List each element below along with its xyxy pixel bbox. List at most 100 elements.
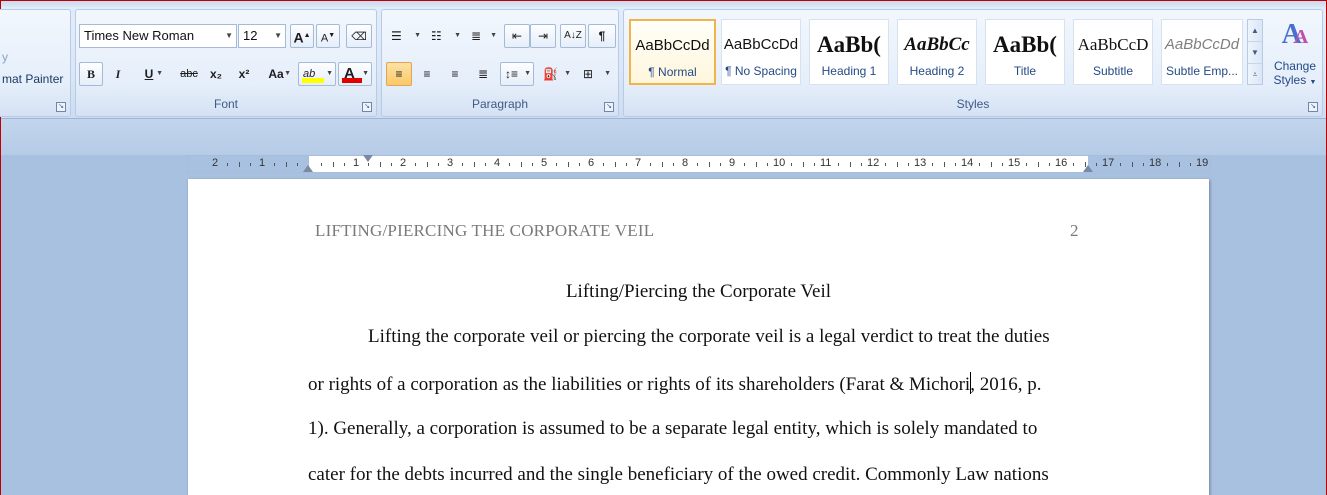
change-styles-button[interactable]: AA Change Styles ▼: [1267, 19, 1323, 97]
clear-formatting-button[interactable]: ⌫: [346, 24, 372, 48]
ruler-tick: [626, 163, 628, 166]
style-subtitle[interactable]: AaBbCcD Subtitle: [1073, 19, 1153, 85]
align-center-button[interactable]: ≡: [414, 62, 440, 86]
ruler-tick: [673, 163, 675, 166]
chevron-down-icon: ▼: [362, 70, 369, 77]
ruler-tick: [1166, 163, 1168, 166]
more-styles-icon[interactable]: ⩡: [1248, 64, 1262, 86]
style-name: Heading 1: [821, 64, 877, 78]
document-title: Lifting/Piercing the Corporate Veil: [565, 281, 832, 302]
ruler-number: 2: [400, 157, 407, 169]
paragraph-launcher[interactable]: ↘: [604, 102, 614, 112]
styles-group-label: Styles: [956, 97, 990, 111]
ruler-tick: [849, 162, 851, 167]
sort-button[interactable]: A↓Z: [560, 24, 586, 48]
first-line-indent-marker[interactable]: [363, 155, 373, 162]
ruler-tick: [1143, 163, 1145, 166]
change-styles-icon: AA: [1281, 19, 1309, 50]
ruler-tick: [238, 162, 240, 167]
clipboard-launcher[interactable]: ↘: [56, 102, 66, 112]
body-line-3: 1). Generally, a corporation is assumed …: [308, 418, 1038, 439]
ruler-tick: [708, 162, 710, 167]
ruler-tick: [896, 162, 898, 167]
underline-button[interactable]: U ▼: [134, 62, 164, 86]
ruler-tick: [426, 162, 428, 167]
styles-launcher[interactable]: ↘: [1308, 102, 1318, 112]
shrink-font-button[interactable]: A▼: [316, 24, 340, 48]
style-name: Heading 2: [909, 64, 965, 78]
ruler-tick: [614, 162, 616, 167]
right-indent-marker[interactable]: [1083, 165, 1093, 172]
font-color-button[interactable]: A ▼: [338, 62, 372, 86]
ruler-number: 16: [1055, 157, 1068, 169]
align-left-button[interactable]: ≡: [386, 62, 412, 86]
font-launcher[interactable]: ↘: [362, 102, 372, 112]
numbering-button[interactable]: ☷ ▼: [426, 24, 464, 48]
ruler-tick: [661, 162, 663, 167]
grow-font-button[interactable]: A▲: [290, 24, 314, 48]
sort-icon: A↓Z: [564, 30, 582, 41]
style-heading-2[interactable]: AaBbCc Heading 2: [897, 19, 977, 85]
ruler-number: 5: [541, 157, 548, 169]
ruler-number: 6: [588, 157, 595, 169]
ruler-tick: [250, 163, 252, 166]
italic-button[interactable]: I: [106, 62, 130, 86]
align-center-icon: ≡: [423, 67, 431, 81]
increase-indent-button[interactable]: ⇥: [530, 24, 556, 48]
horizontal-ruler[interactable]: 2 1 1 2 3 4 5 6 7 8 9 10 11 12 13 14 15 16 17 18 19: [187, 155, 1211, 173]
font-name-value: Times New Roman: [84, 28, 195, 43]
document-page[interactable]: LIFTING/PIERCING THE CORPORATE VEIL 2 Li…: [188, 179, 1209, 495]
ruler-tick: [814, 163, 816, 166]
style-no-spacing[interactable]: AaBbCcDd ¶ No Spacing: [721, 19, 801, 85]
ruler-tick: [1096, 163, 1098, 166]
style-name: ¶ No Spacing: [725, 64, 797, 78]
ruler-number: 1: [259, 157, 266, 169]
multilevel-list-icon: ≣: [471, 29, 482, 43]
multilevel-list-button[interactable]: ≣ ▼: [466, 24, 500, 48]
line-spacing-button[interactable]: ↕≡ ▼: [500, 62, 534, 86]
superscript-button[interactable]: x²: [232, 62, 256, 86]
font-size-value: 12: [243, 28, 258, 43]
chevron-down-icon: ▼: [225, 31, 233, 40]
bullets-button[interactable]: ☰ ▼: [386, 24, 424, 48]
style-preview: AaBbCcDd: [1164, 36, 1240, 53]
decrease-indent-button[interactable]: ⇤: [504, 24, 530, 48]
font-name-select[interactable]: Times New Roman ▼: [79, 24, 237, 48]
ruler-tick: [579, 163, 581, 166]
shading-button[interactable]: ⛽ ▼: [538, 62, 574, 86]
body-line-1: Lifting the corporate veil or piercing t…: [368, 326, 1050, 347]
style-subtle-emphasis[interactable]: AaBbCcDd Subtle Emp...: [1161, 19, 1243, 85]
ruler-number: 2: [212, 157, 219, 169]
ruler-number: 18: [1149, 157, 1162, 169]
ruler-tick: [1131, 162, 1133, 167]
format-painter-button[interactable]: mat Painter: [2, 72, 63, 86]
justify-button[interactable]: ≣: [470, 62, 496, 86]
change-case-button[interactable]: Aa ▼: [260, 62, 292, 86]
highlight-swatch: [302, 78, 324, 83]
scroll-up-icon[interactable]: ▲: [1248, 20, 1262, 42]
ruler-tick: [908, 163, 910, 166]
show-formatting-button[interactable]: ¶: [588, 24, 616, 48]
ruler-tick: [332, 162, 334, 167]
strikethrough-button[interactable]: abc: [176, 62, 202, 86]
borders-button[interactable]: ⊞ ▼: [578, 62, 614, 86]
subscript-button[interactable]: x₂: [204, 62, 228, 86]
ruler-tick: [943, 162, 945, 167]
ruler-tick: [602, 163, 604, 166]
hanging-indent-marker[interactable]: [303, 165, 313, 172]
font-size-select[interactable]: 12 ▼: [238, 24, 286, 48]
styles-gallery-scroll[interactable]: ▲ ▼ ⩡: [1247, 19, 1263, 85]
ruler-tick: [1002, 163, 1004, 166]
ruler-number: 19: [1196, 157, 1209, 169]
align-right-button[interactable]: ≡: [442, 62, 468, 86]
ruler-tick: [1049, 163, 1051, 166]
style-heading-1[interactable]: AaBb( Heading 1: [809, 19, 889, 85]
style-title[interactable]: AaBb( Title: [985, 19, 1065, 85]
style-normal[interactable]: AaBbCcDd ¶ Normal: [629, 19, 716, 85]
bold-button[interactable]: B: [79, 62, 103, 86]
scroll-down-icon[interactable]: ▼: [1248, 42, 1262, 64]
style-name: Title: [1013, 64, 1037, 78]
highlight-color-button[interactable]: ab ▼: [298, 62, 336, 86]
ruler-tick: [720, 163, 722, 166]
copy-label-fragment[interactable]: y: [2, 50, 8, 64]
